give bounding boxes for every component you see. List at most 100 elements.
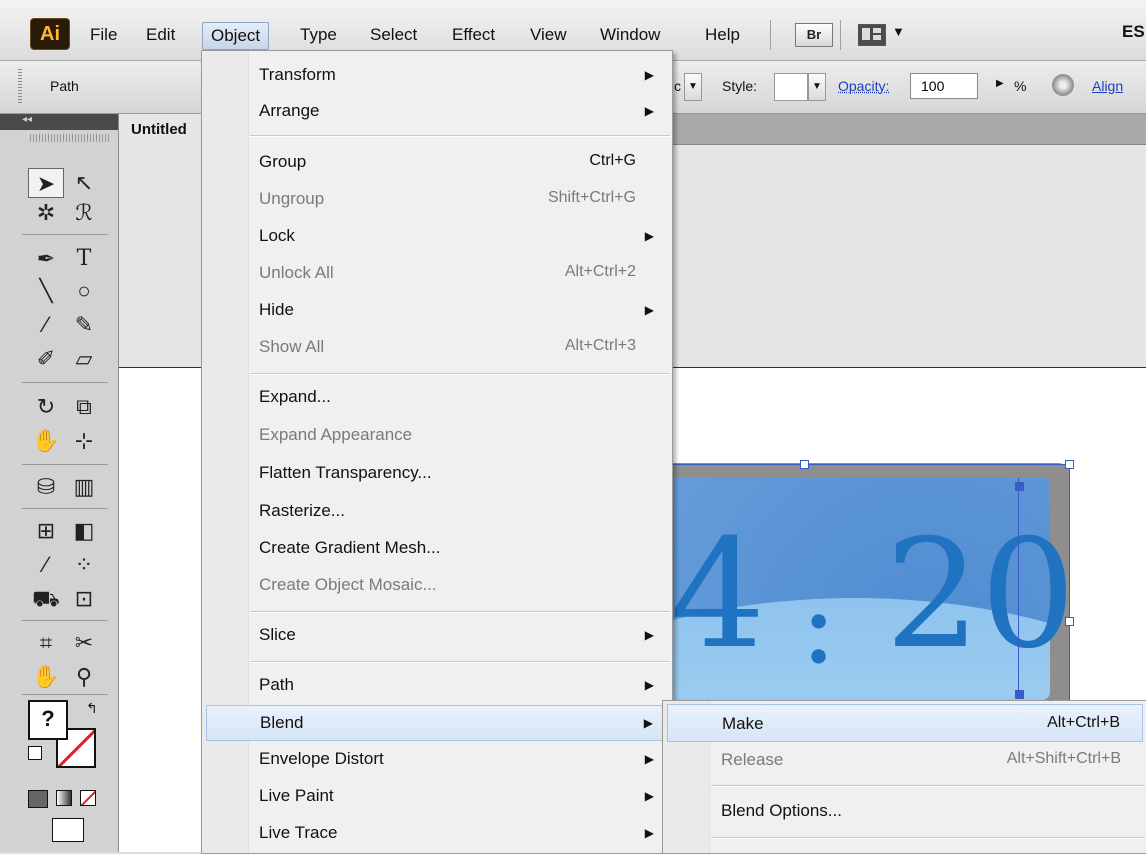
live-paint-selection-icon[interactable]: ⊡	[66, 584, 102, 614]
menu-item-blend[interactable]: Blend ▶	[206, 705, 668, 741]
menu-type[interactable]: Type	[300, 22, 337, 48]
menu-item-label: Create Object Mosaic...	[259, 575, 437, 594]
menu-window[interactable]: Window	[600, 22, 660, 48]
eyedropper-icon[interactable]: ⁄	[28, 550, 64, 580]
direct-selection-icon[interactable]: ↖	[66, 168, 102, 198]
menu-object[interactable]: Object	[202, 22, 270, 50]
selection-handle[interactable]	[1065, 460, 1074, 469]
menu-item-slice[interactable]: Slice ▶	[202, 618, 672, 654]
style-dropdown-arrow[interactable]: ▼	[808, 73, 826, 101]
arrange-documents-icon[interactable]	[858, 24, 886, 46]
anchor-point[interactable]	[1015, 690, 1024, 699]
fill-swatch[interactable]: ?	[28, 700, 68, 740]
live-paint-bucket-icon[interactable]: ⛟	[28, 584, 64, 614]
menu-item-hide[interactable]: Hide ▶	[202, 293, 672, 329]
warp-icon[interactable]: ✋	[28, 426, 64, 456]
menu-item-label: Ungroup	[259, 189, 325, 208]
menu-item-label: Envelope Distort	[259, 749, 384, 768]
menu-effect[interactable]: Effect	[452, 22, 495, 48]
menu-select[interactable]: Select	[370, 22, 417, 48]
menu-view[interactable]: View	[530, 22, 567, 48]
menu-item-blend-options[interactable]: Blend Options...	[663, 792, 1146, 830]
default-fill-stroke-icon[interactable]	[28, 746, 42, 760]
mesh-icon[interactable]: ⊞	[28, 516, 64, 546]
menu-item-release-blend[interactable]: Release Alt+Shift+Ctrl+B	[663, 741, 1146, 779]
zoom-icon[interactable]: ⚲	[66, 662, 102, 692]
selection-icon[interactable]: ➤	[28, 168, 64, 198]
crop-area-icon[interactable]: ⌗	[28, 628, 64, 658]
style-swatch[interactable]	[774, 73, 808, 101]
menu-item-path[interactable]: Path ▶	[202, 668, 672, 704]
gradient-mode-icon[interactable]	[56, 790, 72, 806]
menu-item-create-gradient-mesh[interactable]: Create Gradient Mesh...	[202, 531, 672, 567]
percent-label: %	[1014, 78, 1027, 94]
pen-icon[interactable]: ✒	[28, 244, 64, 274]
type-icon[interactable]: T	[66, 244, 102, 274]
hand-icon[interactable]: ✋	[28, 662, 64, 692]
menu-item-label: Expand Appearance	[259, 425, 413, 444]
menu-item-flatten-transparency[interactable]: Flatten Transparency...	[202, 456, 672, 492]
panel-grip[interactable]	[18, 69, 22, 105]
magic-wand-icon[interactable]: ✲	[28, 198, 64, 228]
menu-file[interactable]: File	[90, 22, 117, 48]
selection-handle[interactable]	[1065, 617, 1074, 626]
opacity-link[interactable]: Opacity:	[838, 78, 889, 94]
menu-help[interactable]: Help	[705, 22, 740, 48]
anchor-point[interactable]	[1015, 482, 1024, 491]
none-mode-icon[interactable]	[80, 790, 96, 806]
tool-separator	[22, 694, 108, 695]
menu-item-group[interactable]: Group Ctrl+G	[202, 145, 672, 181]
menu-item-envelope-distort[interactable]: Envelope Distort ▶	[202, 742, 672, 778]
free-transform-icon[interactable]: ⊹	[66, 426, 102, 456]
submenu-arrow-icon: ▶	[644, 678, 654, 692]
ellipse-icon[interactable]: ○	[66, 276, 102, 306]
menu-item-create-object-mosaic[interactable]: Create Object Mosaic...	[202, 568, 672, 604]
menu-item-ungroup[interactable]: Ungroup Shift+Ctrl+G	[202, 182, 672, 218]
blob-brush-icon[interactable]: ✐	[28, 344, 64, 374]
chevron-down-icon[interactable]: ▼	[892, 24, 905, 39]
menu-item-expand[interactable]: Expand...	[202, 380, 672, 416]
selection-handle[interactable]	[800, 460, 809, 469]
menu-item-make-blend[interactable]: Make Alt+Ctrl+B	[667, 704, 1143, 742]
menu-item-lock[interactable]: Lock ▶	[202, 219, 672, 255]
workspace-switcher[interactable]: ES	[1122, 22, 1145, 42]
rotate-icon[interactable]: ↻	[28, 392, 64, 422]
brush-dropdown-arrow[interactable]: ▼	[684, 73, 702, 101]
menu-item-shortcut: Alt+Ctrl+3	[564, 337, 636, 354]
swap-fill-stroke-icon[interactable]: ↰	[86, 700, 98, 717]
screen-mode-icon[interactable]	[52, 818, 84, 842]
menu-item-rasterize[interactable]: Rasterize...	[202, 494, 672, 530]
menu-item-shortcut: Alt+Ctrl+B	[1047, 714, 1120, 731]
menu-item-arrange[interactable]: Arrange ▶	[202, 94, 672, 130]
menu-item-transform[interactable]: Transform ▶	[202, 58, 672, 94]
graph-icon[interactable]: ▥	[66, 472, 102, 502]
pencil-icon[interactable]: ✎	[66, 310, 102, 340]
menu-item-live-paint[interactable]: Live Paint ▶	[202, 779, 672, 815]
blend-icon[interactable]: ⁘	[66, 550, 102, 580]
collapse-panel-icon[interactable]: ◂◂	[0, 114, 118, 130]
recolor-artwork-icon[interactable]	[1052, 74, 1074, 96]
menu-separator	[250, 373, 670, 375]
menu-item-show-all[interactable]: Show All Alt+Ctrl+3	[202, 330, 672, 366]
scale-icon[interactable]: ⧉	[66, 392, 102, 422]
menu-item-label: Transform	[259, 65, 336, 84]
menu-item-live-trace[interactable]: Live Trace ▶	[202, 816, 672, 852]
menu-edit[interactable]: Edit	[146, 22, 175, 48]
paintbrush-icon[interactable]: ⁄	[28, 310, 64, 340]
brush-dropdown-value[interactable]: c	[674, 78, 681, 94]
eraser-icon[interactable]: ▱	[66, 344, 102, 374]
opacity-input[interactable]	[910, 73, 978, 99]
line-icon[interactable]: ╲	[28, 276, 64, 306]
panel-grip[interactable]	[30, 134, 110, 142]
menu-separator	[711, 837, 1145, 839]
align-link[interactable]: Align	[1092, 78, 1123, 94]
symbol-sprayer-icon[interactable]: ⛁	[28, 472, 64, 502]
gradient-icon[interactable]: ◧	[66, 516, 102, 546]
color-mode-icon[interactable]	[28, 790, 48, 808]
bridge-button[interactable]: Br	[795, 23, 833, 47]
lasso-icon[interactable]: ℛ	[66, 198, 102, 228]
opacity-slider-arrow[interactable]: ▶	[996, 78, 1004, 89]
menu-item-expand-appearance[interactable]: Expand Appearance	[202, 418, 672, 454]
slice-icon[interactable]: ✂	[66, 628, 102, 658]
menu-item-unlock-all[interactable]: Unlock All Alt+Ctrl+2	[202, 256, 672, 292]
